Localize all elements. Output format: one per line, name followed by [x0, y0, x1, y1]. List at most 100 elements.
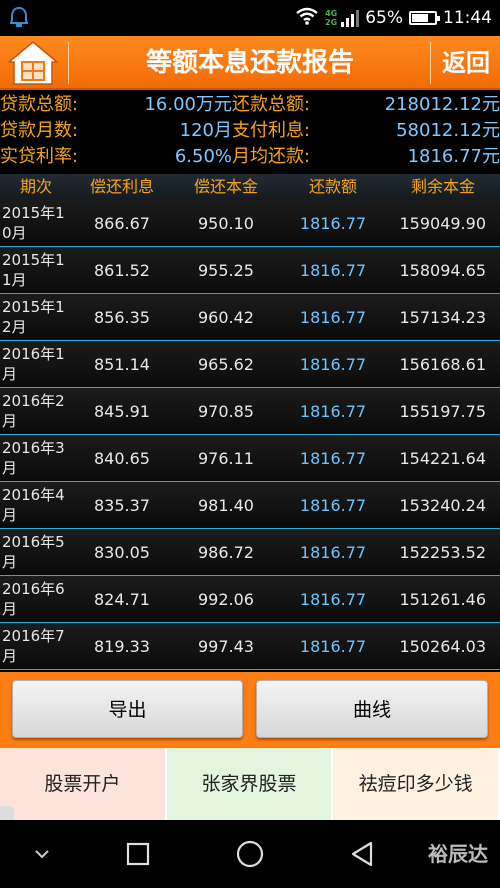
repay-total-value: 218012.12元: [384, 94, 500, 115]
table-row: 2015年11月 861.52 955.25 1816.77 158094.65: [0, 247, 500, 294]
navigation-bar: 裕辰达: [0, 820, 500, 888]
cell-remaining: 153240.24: [399, 495, 486, 515]
rate-value: 6.50%: [174, 146, 232, 167]
cell-interest: 819.33: [94, 636, 150, 656]
header-remaining: 剩余本金: [410, 177, 475, 196]
cell-period: 2015年12月: [2, 298, 65, 336]
rate-label: 实贷利率:: [0, 146, 79, 167]
cell-remaining: 158094.65: [399, 260, 486, 280]
cell-remaining: 152253.52: [399, 542, 486, 562]
battery-percent: 65%: [365, 8, 403, 28]
cell-payment: 1816.77: [299, 636, 367, 656]
battery-icon: [409, 11, 440, 25]
clock: 11:44: [443, 8, 492, 28]
table-row: 2015年10月 866.67 950.10 1816.77 159049.90: [0, 200, 500, 247]
cell-interest: 851.14: [94, 354, 150, 374]
network-type: 4G 2G: [325, 9, 338, 27]
back-button[interactable]: 返回: [432, 36, 500, 90]
header-payment: 还款额: [308, 177, 357, 196]
cell-remaining: 155197.75: [399, 401, 486, 421]
cell-payment: 1816.77: [299, 401, 367, 421]
cell-principal: 960.42: [198, 307, 254, 327]
cell-period: 2016年2月: [2, 392, 65, 430]
cell-payment: 1816.77: [299, 260, 367, 280]
cell-period: 2016年7月: [2, 627, 65, 665]
ad-stock-account[interactable]: 股票开户: [0, 748, 167, 820]
back-triangle-icon[interactable]: [344, 836, 380, 872]
table-row: 2016年1月 851.14 965.62 1816.77 156168.61: [0, 341, 500, 388]
cell-interest: 830.05: [94, 542, 150, 562]
home-circle-icon[interactable]: [232, 836, 268, 872]
interest-paid-label: 支付利息:: [232, 120, 311, 141]
cell-principal: 965.62: [198, 354, 254, 374]
cell-payment: 1816.77: [299, 448, 367, 468]
cell-principal: 955.25: [198, 260, 254, 280]
cell-principal: 997.43: [198, 636, 254, 656]
cell-principal: 976.11: [198, 448, 254, 468]
monthly-payment-label: 月均还款:: [232, 146, 311, 167]
cell-remaining: 159049.90: [399, 213, 486, 233]
loan-summary: 贷款总额: 16.00万元 还款总额: 218012.12元 贷款月数: 120…: [0, 92, 500, 172]
ad-marker-icon: [0, 806, 14, 820]
cell-principal: 970.85: [198, 401, 254, 421]
cell-interest: 835.37: [94, 495, 150, 515]
table-row: 2016年4月 835.37 981.40 1816.77 153240.24: [0, 482, 500, 529]
cell-period: 2016年3月: [2, 439, 65, 477]
cell-remaining: 150264.03: [399, 636, 486, 656]
header-period: 期次: [19, 177, 52, 196]
cell-interest: 840.65: [94, 448, 150, 468]
page-title: 等额本息还款报告: [145, 48, 354, 78]
cell-period: 2016年6月: [2, 580, 65, 618]
cell-interest: 856.35: [94, 307, 150, 327]
wifi-icon: [295, 7, 319, 30]
cell-payment: 1816.77: [299, 542, 367, 562]
chevron-down-icon[interactable]: [24, 836, 60, 872]
summary-row: 实贷利率: 6.50% 月均还款: 1816.77元: [0, 144, 500, 170]
cell-interest: 845.91: [94, 401, 150, 421]
cell-interest: 866.67: [94, 213, 150, 233]
cell-remaining: 157134.23: [399, 307, 486, 327]
loan-total-value: 16.00万元: [144, 94, 232, 115]
table-row: 2016年5月 830.05 986.72 1816.77 152253.52: [0, 529, 500, 576]
cell-principal: 950.10: [198, 213, 254, 233]
divider: [430, 42, 431, 84]
cell-payment: 1816.77: [299, 213, 367, 233]
ad-banner: 股票开户 张家界股票 祛痘印多少钱: [0, 748, 500, 820]
home-button[interactable]: [6, 40, 60, 86]
export-button[interactable]: 导出: [12, 680, 243, 738]
cell-payment: 1816.77: [299, 589, 367, 609]
repay-total-label: 还款总额:: [232, 94, 311, 115]
cell-interest: 824.71: [94, 589, 150, 609]
table-header: 期次 偿还利息 偿还本金 还款额 剩余本金: [0, 174, 500, 200]
table-row: 2016年2月 845.91 970.85 1816.77 155197.75: [0, 388, 500, 435]
action-bar: 导出 曲线: [0, 672, 500, 748]
cell-period: 2016年4月: [2, 486, 65, 524]
header-interest: 偿还利息: [89, 177, 154, 196]
cell-period: 2015年11月: [2, 251, 65, 289]
recent-apps-icon[interactable]: [120, 836, 156, 872]
schedule-table[interactable]: 2015年10月 866.67 950.10 1816.77 159049.90 2015…: [0, 200, 500, 670]
cell-payment: 1816.77: [299, 307, 367, 327]
cell-period: 2015年10月: [2, 204, 65, 242]
curve-button[interactable]: 曲线: [256, 680, 488, 738]
header-bar: 等额本息还款报告 返回: [0, 36, 500, 90]
table-row: 2016年3月 840.65 976.11 1816.77 154221.64: [0, 435, 500, 482]
loan-months-label: 贷款月数:: [0, 120, 79, 141]
table-row: 2015年12月 856.35 960.42 1816.77 157134.23: [0, 294, 500, 341]
cell-principal: 981.40: [198, 495, 254, 515]
ad-zhangjiajie-stock[interactable]: 张家界股票: [166, 748, 334, 820]
interest-paid-value: 58012.12元: [396, 120, 500, 141]
cell-principal: 986.72: [198, 542, 254, 562]
house-icon: [6, 41, 60, 85]
signal-icon: [341, 9, 360, 27]
notification-icon: [9, 6, 29, 29]
ad-acne-mark[interactable]: 祛痘印多少钱: [333, 748, 500, 820]
cell-remaining: 154221.64: [399, 448, 486, 468]
app-screen: 4G 2G 65% 11:44 等额本息还款报告 返回 贷款总额: 16.00万…: [0, 0, 500, 888]
cell-interest: 861.52: [94, 260, 150, 280]
cell-payment: 1816.77: [299, 354, 367, 374]
summary-row: 贷款月数: 120月 支付利息: 58012.12元: [0, 118, 500, 144]
header-principal: 偿还本金: [193, 177, 258, 196]
monthly-payment-value: 1816.77元: [407, 146, 500, 167]
table-row: 2016年7月 819.33 997.43 1816.77 150264.03: [0, 623, 500, 670]
